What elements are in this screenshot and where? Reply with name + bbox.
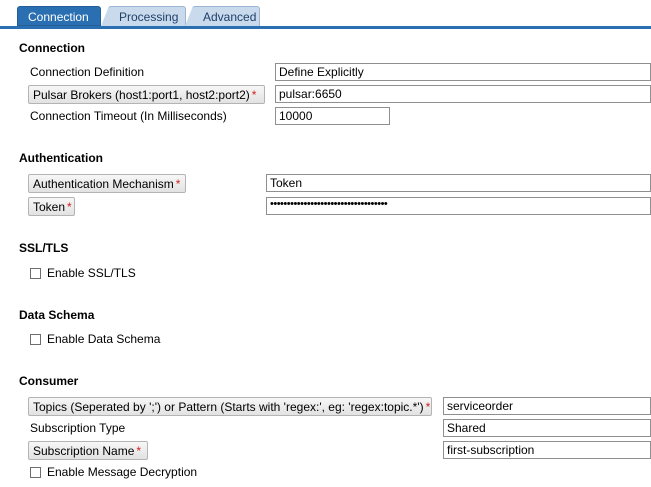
connection-timeout-label: Connection Timeout (In Milliseconds) <box>30 109 227 123</box>
enable-message-decryption-label: Enable Message Decryption <box>47 465 198 479</box>
subscription-name-label-button[interactable]: Subscription Name * <box>28 441 148 460</box>
subscription-type-label: Subscription Type <box>30 421 126 435</box>
connection-timeout-input[interactable]: 10000 <box>275 107 390 125</box>
enable-message-decryption-checkbox[interactable] <box>30 466 41 478</box>
tab-processing[interactable]: Processing <box>101 6 186 26</box>
token-label: Token <box>33 200 66 214</box>
connection-definition-select[interactable]: Define Explicitly <box>275 63 651 81</box>
enable-data-schema-row[interactable]: Enable Data Schema <box>30 331 160 347</box>
required-marker: * <box>175 177 181 191</box>
required-marker: * <box>67 200 72 214</box>
topics-label-button[interactable]: Topics (Seperated by ';') or Pattern (St… <box>28 397 432 416</box>
topics-input[interactable]: serviceorder <box>443 397 651 415</box>
enable-ssl-checkbox[interactable] <box>30 267 41 279</box>
connection-panel: Connection Connection Definition Define … <box>0 29 651 487</box>
enable-message-decryption-row[interactable]: Enable Message Decryption <box>30 464 197 480</box>
pulsar-brokers-input[interactable]: pulsar:6650 <box>275 85 651 103</box>
enable-ssl-row[interactable]: Enable SSL/TLS <box>30 265 136 281</box>
required-marker: * <box>425 400 431 414</box>
required-marker: * <box>251 88 257 102</box>
token-password-input[interactable]: ••••••••••••••••••••••••••••••••••• <box>266 197 651 215</box>
section-title-data-schema: Data Schema <box>19 308 95 322</box>
subscription-name-label: Subscription Name <box>33 444 135 458</box>
pulsar-brokers-label: Pulsar Brokers (host1:port1, host2:port2… <box>33 88 250 102</box>
section-title-consumer: Consumer <box>19 374 79 388</box>
required-marker: * <box>136 444 142 458</box>
section-title-connection: Connection <box>19 41 85 55</box>
enable-data-schema-label: Enable Data Schema <box>47 332 161 346</box>
enable-ssl-label: Enable SSL/TLS <box>47 266 136 280</box>
token-label-button[interactable]: Token * <box>28 197 75 216</box>
authentication-mechanism-label-button[interactable]: Authentication Mechanism * <box>28 174 186 193</box>
tab-bar: Connection Processing Advanced <box>0 0 651 29</box>
section-title-authentication: Authentication <box>19 151 103 165</box>
section-title-ssl: SSL/TLS <box>19 241 69 255</box>
authentication-mechanism-select[interactable]: Token <box>266 174 651 192</box>
enable-data-schema-checkbox[interactable] <box>30 333 41 345</box>
topics-label: Topics (Seperated by ';') or Pattern (St… <box>33 400 424 414</box>
connection-definition-label: Connection Definition <box>30 65 145 79</box>
tab-advanced[interactable]: Advanced <box>185 6 260 26</box>
subscription-name-input[interactable]: first-subscription <box>443 441 651 459</box>
subscription-type-select[interactable]: Shared <box>443 419 651 437</box>
tab-connection[interactable]: Connection <box>17 6 101 26</box>
pulsar-brokers-label-button[interactable]: Pulsar Brokers (host1:port1, host2:port2… <box>28 85 265 104</box>
authentication-mechanism-label: Authentication Mechanism <box>33 177 174 191</box>
